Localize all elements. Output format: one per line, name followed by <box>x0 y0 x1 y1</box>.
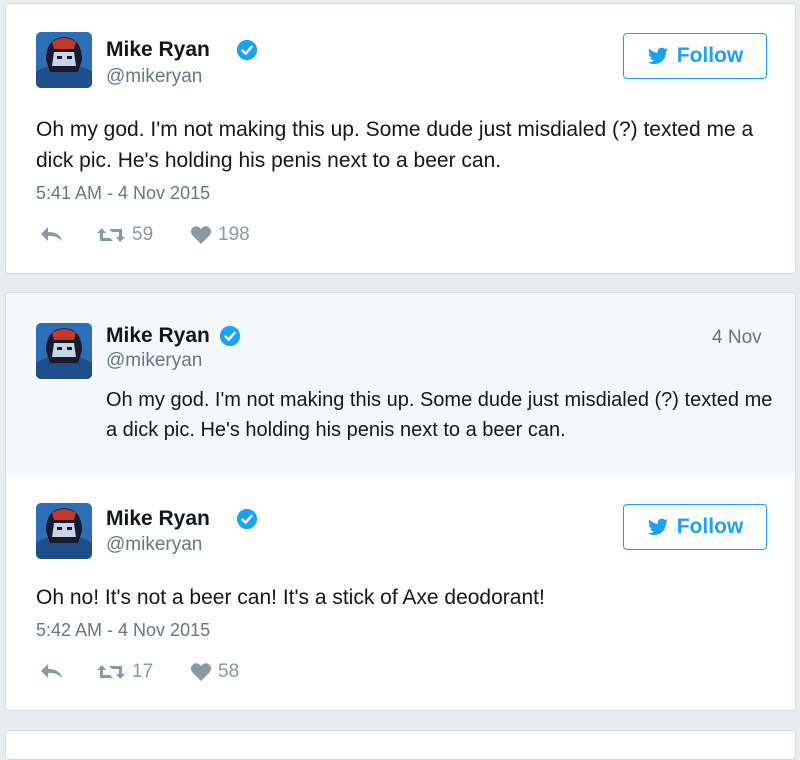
retweet-icon <box>97 665 125 679</box>
tweet-card: Mike Ryan @mikeryan Follow Oh my god. I'… <box>5 3 796 274</box>
like-count: 198 <box>218 224 250 245</box>
tweet-text: Oh my god. I'm not making this up. Some … <box>36 118 754 172</box>
user-handle[interactable]: @mikeryan <box>106 534 202 556</box>
follow-label: Follow <box>676 515 744 538</box>
tweet-actions: 59 198 <box>38 224 338 250</box>
like-count: 58 <box>218 661 240 682</box>
avatar[interactable] <box>36 503 92 559</box>
tweet-text: Oh no! It's not a beer can! It's a stick… <box>36 586 545 609</box>
quoted-user-handle[interactable]: @mikeryan <box>106 350 202 372</box>
display-name[interactable]: Mike Ryan <box>106 38 210 62</box>
like-button[interactable]: 198 <box>190 224 250 246</box>
display-name[interactable]: Mike Ryan <box>106 507 210 531</box>
retweet-icon <box>97 228 125 242</box>
avatar[interactable] <box>36 323 92 379</box>
quoted-display-name[interactable]: Mike Ryan <box>106 324 210 348</box>
timestamp[interactable]: 5:41 AM - 4 Nov 2015 <box>36 183 210 204</box>
follow-button[interactable]: Follow <box>623 33 767 79</box>
retweet-button[interactable]: 17 <box>96 661 153 683</box>
heart-icon <box>190 663 212 681</box>
quoted-tweet-text: Oh my god. I'm not making this up. Some … <box>106 389 773 441</box>
retweet-button[interactable]: 59 <box>96 224 153 246</box>
timestamp[interactable]: 5:42 AM - 4 Nov 2015 <box>36 620 210 641</box>
reply-button[interactable] <box>38 661 64 681</box>
twitter-bird-icon <box>647 518 668 536</box>
like-button[interactable]: 58 <box>190 661 239 683</box>
tweet-actions: 17 58 <box>38 661 338 687</box>
quoted-tweet[interactable] <box>6 293 795 473</box>
retweet-count: 59 <box>132 224 154 245</box>
tweet-card <box>5 730 796 760</box>
tweet-card: Mike Ryan @mikeryan 4 Nov Oh my god. I'm… <box>5 292 796 711</box>
heart-icon <box>190 226 212 244</box>
reply-button[interactable] <box>38 224 64 244</box>
avatar[interactable] <box>36 32 92 88</box>
reply-icon <box>41 227 62 241</box>
verified-icon <box>219 325 241 347</box>
retweet-count: 17 <box>132 661 154 682</box>
follow-label: Follow <box>676 44 744 67</box>
verified-icon <box>236 39 258 61</box>
follow-button[interactable]: Follow <box>623 504 767 550</box>
twitter-bird-icon <box>647 47 668 65</box>
user-handle[interactable]: @mikeryan <box>106 66 202 88</box>
reply-icon <box>41 664 62 678</box>
quoted-date[interactable]: 4 Nov <box>712 327 762 349</box>
verified-icon <box>236 508 258 530</box>
